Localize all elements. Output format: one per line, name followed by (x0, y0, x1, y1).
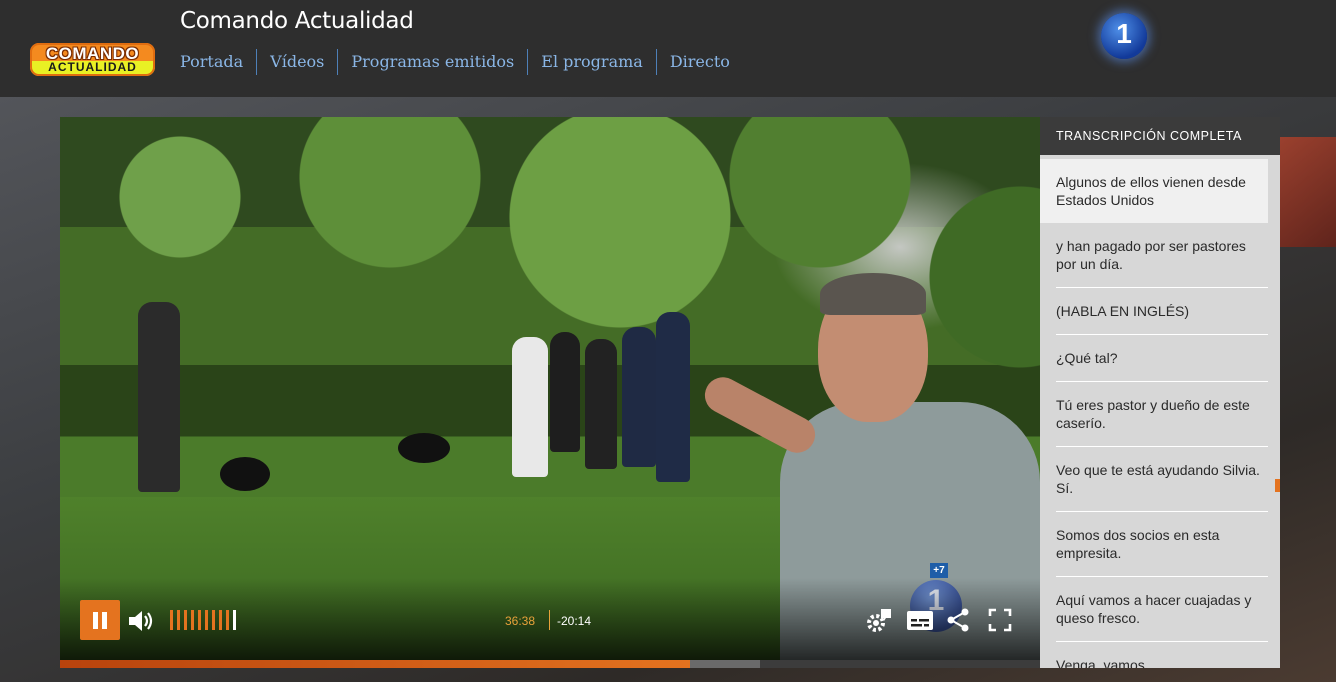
volume-icon[interactable] (126, 608, 154, 634)
la1-channel-logo[interactable]: 1 (1101, 13, 1147, 59)
seek-bar[interactable] (60, 660, 1040, 668)
page-title[interactable]: Comando Actualidad (180, 8, 414, 34)
volume-level-bar[interactable] (177, 610, 180, 630)
video-scene-person (656, 312, 690, 482)
time-divider (549, 610, 550, 630)
nav-item-videos[interactable]: Vídeos (256, 49, 337, 75)
main-nav: Portada Vídeos Programas emitidos El pro… (180, 49, 743, 75)
video-scene-person (622, 327, 656, 467)
nav-item-portada[interactable]: Portada (180, 49, 256, 75)
share-icon[interactable] (944, 606, 972, 634)
video-scene-dog (398, 433, 450, 463)
volume-level-bar[interactable] (198, 610, 201, 630)
transcript-heading: TRANSCRIPCIÓN COMPLETA (1040, 117, 1280, 155)
transcript-line[interactable]: Aquí vamos a hacer cuajadas y queso fres… (1056, 577, 1268, 642)
current-time: 36:38 (505, 614, 536, 628)
remaining-time: -20:14 (557, 614, 592, 628)
fullscreen-icon[interactable] (986, 606, 1014, 634)
played-progress (60, 660, 690, 668)
transcript-line[interactable]: Tú eres pastor y dueño de este caserío. (1056, 382, 1268, 447)
transcript-line[interactable]: ¿Qué tal? (1056, 335, 1268, 382)
nav-item-programas-emitidos[interactable]: Programas emitidos (337, 49, 527, 75)
volume-level-bar[interactable] (170, 610, 173, 630)
nav-item-directo[interactable]: Directo (655, 49, 743, 75)
transcript-line[interactable]: (HABLA EN INGLÉS) (1056, 288, 1268, 335)
video-scene-person (550, 332, 580, 452)
volume-level-bar[interactable] (191, 610, 194, 630)
volume-level-bar[interactable] (184, 610, 187, 630)
program-logo[interactable]: COMANDO ACTUALIDAD (30, 43, 155, 76)
transcript-scrollbar-thumb[interactable] (1275, 479, 1280, 492)
volume-level-bar[interactable] (205, 610, 208, 630)
video-scene-dog (220, 457, 270, 491)
settings-icon[interactable] (865, 606, 893, 634)
nav-item-el-programa[interactable]: El programa (527, 49, 656, 75)
volume-slider[interactable] (170, 610, 236, 630)
subtitles-icon[interactable] (906, 606, 934, 634)
volume-level-bar[interactable] (219, 610, 222, 630)
logo-line-2: ACTUALIDAD (48, 60, 137, 74)
age-rating-badge: +7 (930, 563, 948, 578)
reporter-hair (820, 273, 926, 315)
channel-logo-text: 1 (1116, 18, 1132, 49)
transcript-line[interactable]: Somos dos socios en esta empresita. (1056, 512, 1268, 577)
transcript-line[interactable]: Venga, vamos (1056, 642, 1268, 668)
transcript-line[interactable]: Algunos de ellos vienen desde Estados Un… (1040, 159, 1268, 223)
player-controls: 36:38 -20:14 (60, 578, 1040, 660)
volume-level-bar[interactable] (233, 610, 236, 630)
video-scene-person (585, 339, 617, 469)
volume-level-bar[interactable] (226, 610, 229, 630)
site-header: COMANDO ACTUALIDAD Comando Actualidad Po… (0, 0, 1336, 97)
pause-button[interactable] (80, 600, 120, 640)
transcript-line[interactable]: y han pagado por ser pastores por un día… (1056, 223, 1268, 288)
transcript-list[interactable]: Algunos de ellos vienen desde Estados Un… (1040, 155, 1280, 668)
transcript-line[interactable]: Veo que te está ayudando Silvia. Sí. (1056, 447, 1268, 512)
video-scene-person (138, 302, 180, 492)
video-scene-person (512, 337, 548, 477)
transcript-panel: TRANSCRIPCIÓN COMPLETA Algunos de ellos … (1040, 117, 1280, 668)
volume-level-bar[interactable] (212, 610, 215, 630)
